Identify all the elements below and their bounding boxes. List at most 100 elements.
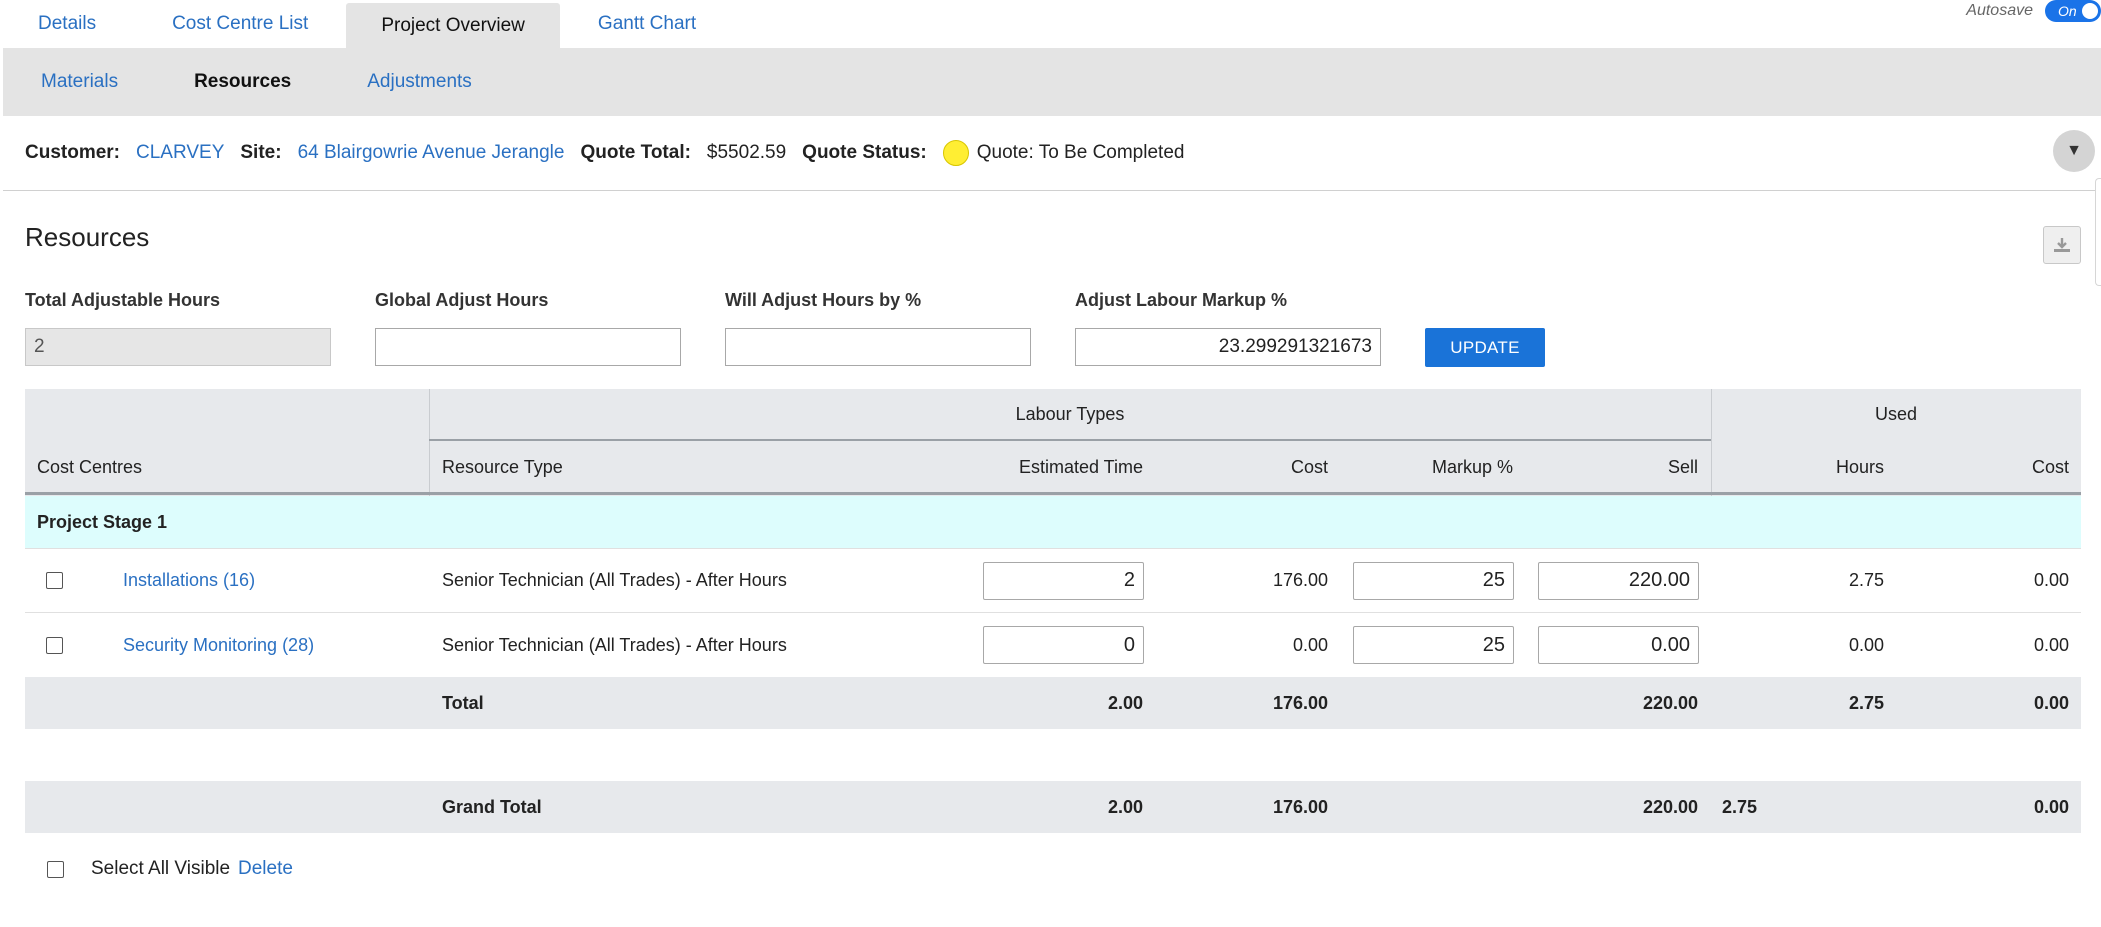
grand-total-row: Grand Total 2.00 176.00 220.00 2.75 0.00 (25, 781, 2081, 833)
quote-total-label: Quote Total: (580, 142, 691, 163)
used-group-header: Used (1874, 403, 1918, 424)
download-button[interactable] (2043, 226, 2081, 264)
download-icon (2054, 238, 2070, 252)
toggle-knob (2082, 3, 2098, 19)
will-adjust-hours-input[interactable] (725, 328, 1031, 366)
tab-details[interactable]: Details (0, 0, 134, 48)
delete-link[interactable]: Delete (238, 857, 293, 881)
page-title: Resources (25, 222, 150, 252)
total-adjustable-hours-label: Total Adjustable Hours (25, 290, 221, 310)
total-cost: 176.00 (1272, 692, 1328, 713)
quote-status-value: Quote: To Be Completed (976, 142, 1185, 163)
estimated-time-input[interactable]: 0 (983, 626, 1144, 664)
sub-tabs: Materials Resources Adjustments (3, 48, 2101, 116)
subtab-materials[interactable]: Materials (3, 71, 156, 93)
subtab-resources[interactable]: Resources (156, 71, 329, 93)
total-adjustable-hours-group: Total Adjustable Hours 2 (25, 290, 331, 366)
row-checkbox[interactable] (46, 613, 63, 677)
total-adjustable-hours-field: 2 (25, 328, 331, 366)
grand-total-label: Grand Total (442, 796, 542, 817)
markup-input[interactable]: 25 (1353, 561, 1514, 600)
autosave: Autosave On (1966, 0, 2101, 22)
markup-cell: 25 (1353, 549, 1514, 612)
site-link[interactable]: 64 Blairgowrie Avenue Jerangle (298, 142, 565, 164)
global-adjust-hours-group: Global Adjust Hours (375, 290, 681, 366)
col-cost: Cost (1290, 456, 1328, 477)
used-hours-cell: 2.75 (1848, 570, 1884, 590)
autosave-toggle[interactable]: On (2045, 0, 2101, 22)
update-button[interactable]: UPDATE (1425, 328, 1545, 367)
used-cost-cell: 0.00 (2033, 634, 2069, 655)
grand-total-estimated-time: 2.00 (1107, 796, 1143, 817)
adjust-labour-markup-input[interactable]: 23.299291321673 (1075, 328, 1381, 366)
table-header: Labour Types Used Cost Centres Resource … (25, 389, 2081, 496)
estimated-time-cell: 2 (983, 549, 1144, 612)
sell-input[interactable]: 220.00 (1538, 561, 1699, 600)
table-row: Security Monitoring (28) Senior Technici… (25, 613, 2081, 677)
markup-input[interactable]: 25 (1353, 626, 1514, 664)
tab-gantt-chart[interactable]: Gantt Chart (560, 0, 734, 48)
col-resource-type: Resource Type (442, 456, 563, 477)
quote-total-value: $5502.59 (706, 142, 787, 163)
total-used-hours: 2.75 (1848, 692, 1884, 713)
checkbox[interactable] (46, 572, 63, 589)
estimated-time-cell: 0 (983, 613, 1144, 677)
collapse-toggle-button[interactable]: ▼ (2053, 130, 2095, 172)
autosave-label: Autosave (1966, 2, 2033, 19)
will-adjust-hours-group: Will Adjust Hours by % (725, 290, 1031, 366)
site-label: Site: (240, 142, 282, 163)
stage-row: Project Stage 1 (25, 496, 2081, 549)
sell-cell: 220.00 (1538, 549, 1699, 612)
status-indicator-icon (942, 140, 969, 166)
quote-status-label: Quote Status: (802, 142, 927, 163)
col-sell: Sell (1667, 456, 1698, 477)
total-sell: 220.00 (1642, 692, 1698, 713)
cost-cell: 176.00 (1272, 570, 1328, 590)
col-estimated-time: Estimated Time (1018, 456, 1143, 477)
global-adjust-hours-label: Global Adjust Hours (375, 290, 549, 310)
select-all-checkbox[interactable] (47, 857, 64, 881)
tab-project-overview[interactable]: Project Overview (346, 3, 560, 48)
top-tabs: Details Cost Centre List Project Overvie… (0, 0, 2101, 48)
will-adjust-hours-label: Will Adjust Hours by % (725, 290, 922, 310)
side-panel-handle[interactable] (2095, 178, 2101, 286)
autosave-state: On (2058, 3, 2077, 19)
checkbox[interactable] (46, 636, 63, 654)
sell-cell: 0.00 (1538, 613, 1699, 677)
grand-total-sell: 220.00 (1642, 796, 1698, 817)
labour-types-group-header: Labour Types (1015, 403, 1125, 424)
markup-cell: 25 (1353, 613, 1514, 677)
checkbox[interactable] (47, 860, 64, 878)
row-checkbox[interactable] (46, 549, 63, 612)
adjust-labour-markup-label: Adjust Labour Markup % (1075, 290, 1288, 310)
cost-centre-link[interactable]: Security Monitoring (28) (123, 613, 314, 677)
used-cost-cell: 0.00 (2033, 570, 2069, 590)
estimated-time-input[interactable]: 2 (983, 561, 1144, 600)
col-markup: Markup % (1431, 456, 1513, 477)
stage-label: Project Stage 1 (37, 511, 168, 532)
total-estimated-time: 2.00 (1107, 692, 1143, 713)
customer-label: Customer: (25, 142, 121, 163)
subtab-adjustments[interactable]: Adjustments (329, 71, 510, 93)
col-cost-centres: Cost Centres (37, 456, 143, 477)
grand-total-used-cost: 0.00 (2033, 796, 2069, 817)
caret-down-icon: ▼ (2066, 142, 2082, 159)
tab-cost-centre-list[interactable]: Cost Centre List (134, 0, 346, 48)
total-row: Total 2.00 176.00 220.00 2.75 0.00 (25, 677, 2081, 729)
col-used-cost: Cost (2031, 456, 2069, 477)
total-label: Total (442, 692, 484, 713)
adjust-labour-markup-group: Adjust Labour Markup % 23.299291321673 (1075, 290, 1381, 366)
sell-input[interactable]: 0.00 (1538, 626, 1699, 664)
cost-centre-link[interactable]: Installations (16) (123, 549, 255, 612)
grand-total-used-hours: 2.75 (1722, 796, 1758, 817)
resource-type-cell: Senior Technician (All Trades) - After H… (442, 570, 787, 590)
quote-info-bar: Customer: CLARVEY Site: 64 Blairgowrie A… (3, 116, 2101, 191)
customer-link[interactable]: CLARVEY (136, 142, 224, 164)
cost-cell: 0.00 (1292, 634, 1328, 655)
table-row: Installations (16) Senior Technician (Al… (25, 549, 2081, 613)
total-used-cost: 0.00 (2033, 692, 2069, 713)
col-used-hours: Hours (1835, 456, 1884, 477)
used-hours-cell: 0.00 (1848, 634, 1884, 655)
global-adjust-hours-input[interactable] (375, 328, 681, 366)
grand-total-cost: 176.00 (1272, 796, 1328, 817)
